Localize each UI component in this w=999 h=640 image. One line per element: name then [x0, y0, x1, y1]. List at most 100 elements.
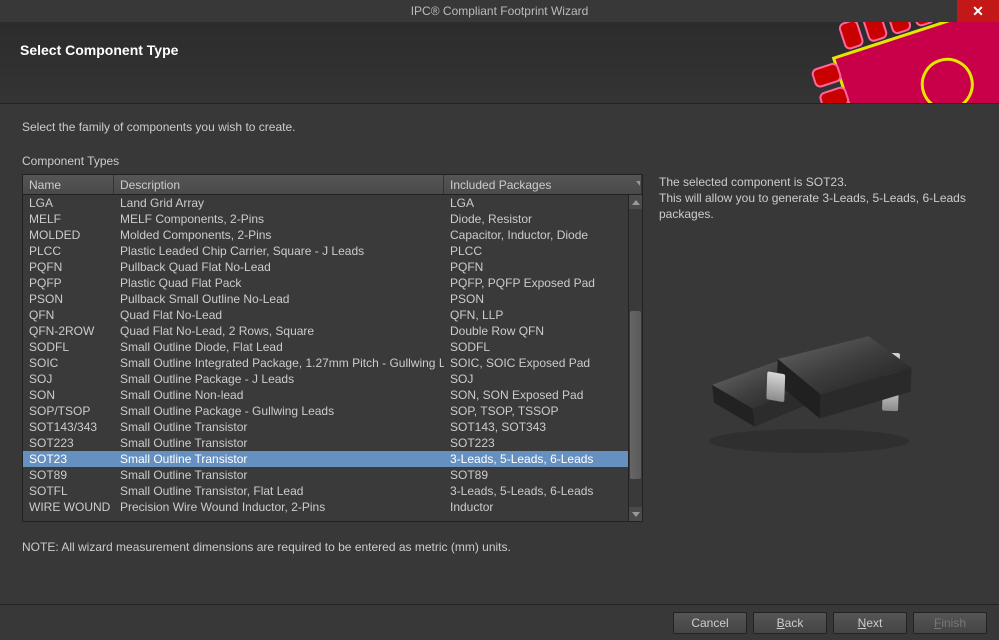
cell-packages: Diode, Resistor	[444, 212, 628, 226]
column-header-packages[interactable]: Included Packages	[444, 175, 642, 194]
cell-name: SON	[23, 388, 114, 402]
table-row[interactable]: WIRE WOUNDPrecision Wire Wound Inductor,…	[23, 499, 628, 515]
cell-description: Small Outline Transistor	[114, 452, 444, 466]
cell-description: Small Outline Transistor	[114, 420, 444, 434]
table-row[interactable]: QFNQuad Flat No-LeadQFN, LLP	[23, 307, 628, 323]
column-header-name[interactable]: Name	[23, 175, 114, 194]
table-row[interactable]: SOT223Small Outline TransistorSOT223	[23, 435, 628, 451]
cell-packages: SON, SON Exposed Pad	[444, 388, 628, 402]
scroll-thumb[interactable]	[630, 311, 641, 479]
cell-description: Small Outline Transistor, Flat Lead	[114, 484, 444, 498]
cell-description: Quad Flat No-Lead, 2 Rows, Square	[114, 324, 444, 338]
cell-packages: SOIC, SOIC Exposed Pad	[444, 356, 628, 370]
finish-button: Finish	[913, 612, 987, 634]
cell-packages: Capacitor, Inductor, Diode	[444, 228, 628, 242]
table-row[interactable]: LGALand Grid ArrayLGA	[23, 195, 628, 211]
cancel-button[interactable]: Cancel	[673, 612, 747, 634]
cell-packages: QFN, LLP	[444, 308, 628, 322]
cell-description: MELF Components, 2-Pins	[114, 212, 444, 226]
table-row[interactable]: PLCCPlastic Leaded Chip Carrier, Square …	[23, 243, 628, 259]
cell-name: PQFN	[23, 260, 114, 274]
table-row[interactable]: SONSmall Outline Non-leadSON, SON Expose…	[23, 387, 628, 403]
cell-packages: SOT89	[444, 468, 628, 482]
scroll-down-button[interactable]	[629, 507, 642, 521]
cell-packages: SOT143, SOT343	[444, 420, 628, 434]
cell-packages: SODFL	[444, 340, 628, 354]
cell-packages: Double Row QFN	[444, 324, 628, 338]
component-preview	[659, 283, 959, 483]
table-row[interactable]: QFN-2ROWQuad Flat No-Lead, 2 Rows, Squar…	[23, 323, 628, 339]
component-table: Name Description Included Packages LGALa…	[22, 174, 643, 522]
table-row[interactable]: MELFMELF Components, 2-PinsDiode, Resist…	[23, 211, 628, 227]
cell-description: Plastic Quad Flat Pack	[114, 276, 444, 290]
table-row[interactable]: PSONPullback Small Outline No-LeadPSON	[23, 291, 628, 307]
table-scrollbar[interactable]	[628, 195, 642, 521]
cell-description: Pullback Quad Flat No-Lead	[114, 260, 444, 274]
cell-packages: 3-Leads, 5-Leads, 6-Leads	[444, 452, 628, 466]
cell-description: Small Outline Package - Gullwing Leads	[114, 404, 444, 418]
table-row[interactable]: SOT23Small Outline Transistor3-Leads, 5-…	[23, 451, 628, 467]
table-body: LGALand Grid ArrayLGAMELFMELF Components…	[23, 195, 642, 521]
cell-name: SOIC	[23, 356, 114, 370]
instruction-text: Select the family of components you wish…	[22, 120, 977, 134]
cell-packages: SOT223	[444, 436, 628, 450]
table-row[interactable]: SOP/TSOPSmall Outline Package - Gullwing…	[23, 403, 628, 419]
cell-name: SOT223	[23, 436, 114, 450]
cell-description: Quad Flat No-Lead	[114, 308, 444, 322]
table-row[interactable]: SOT89Small Outline TransistorSOT89	[23, 467, 628, 483]
cell-name: SOT143/343	[23, 420, 114, 434]
cell-description: Small Outline Transistor	[114, 468, 444, 482]
cell-packages: SOP, TSOP, TSSOP	[444, 404, 628, 418]
cell-name: SOP/TSOP	[23, 404, 114, 418]
table-row[interactable]: SODFLSmall Outline Diode, Flat LeadSODFL	[23, 339, 628, 355]
cell-description: Plastic Leaded Chip Carrier, Square - J …	[114, 244, 444, 258]
cell-description: Land Grid Array	[114, 196, 444, 210]
table-row[interactable]: MOLDEDMolded Components, 2-PinsCapacitor…	[23, 227, 628, 243]
table-row[interactable]: PQFPPlastic Quad Flat PackPQFP, PQFP Exp…	[23, 275, 628, 291]
pcb-decorative-art	[739, 22, 999, 104]
scroll-up-button[interactable]	[629, 195, 642, 209]
cell-packages: SOJ	[444, 372, 628, 386]
cell-name: MOLDED	[23, 228, 114, 242]
cell-name: WIRE WOUND	[23, 500, 114, 514]
cell-description: Small Outline Diode, Flat Lead	[114, 340, 444, 354]
cell-description: Small Outline Integrated Package, 1.27mm…	[114, 356, 444, 370]
cell-packages: Inductor	[444, 500, 628, 514]
cell-packages: PLCC	[444, 244, 628, 258]
info-line-1: The selected component is SOT23.	[659, 174, 977, 190]
cell-description: Precision Wire Wound Inductor, 2-Pins	[114, 500, 444, 514]
cell-name: QFN-2ROW	[23, 324, 114, 338]
cell-packages: PQFN	[444, 260, 628, 274]
cell-name: SOTFL	[23, 484, 114, 498]
cell-name: MELF	[23, 212, 114, 226]
cell-description: Molded Components, 2-Pins	[114, 228, 444, 242]
titlebar: IPC® Compliant Footprint Wizard ✕	[0, 0, 999, 22]
column-header-description[interactable]: Description	[114, 175, 444, 194]
wizard-content: Select the family of components you wish…	[0, 104, 999, 580]
info-line-2: This will allow you to generate 3-Leads,…	[659, 190, 977, 222]
cell-name: SODFL	[23, 340, 114, 354]
window-title: IPC® Compliant Footprint Wizard	[411, 4, 589, 18]
cell-description: Pullback Small Outline No-Lead	[114, 292, 444, 306]
back-button[interactable]: Back	[753, 612, 827, 634]
table-row[interactable]: SOTFLSmall Outline Transistor, Flat Lead…	[23, 483, 628, 499]
cell-name: QFN	[23, 308, 114, 322]
close-button[interactable]: ✕	[957, 0, 999, 22]
close-icon: ✕	[972, 3, 984, 20]
cell-packages: 3-Leads, 5-Leads, 6-Leads	[444, 484, 628, 498]
info-panel: The selected component is SOT23. This wi…	[659, 174, 977, 522]
table-row[interactable]: SOT143/343Small Outline TransistorSOT143…	[23, 419, 628, 435]
cell-name: PSON	[23, 292, 114, 306]
note-text: NOTE: All wizard measurement dimensions …	[22, 540, 977, 554]
table-header: Name Description Included Packages	[23, 175, 642, 195]
cell-description: Small Outline Transistor	[114, 436, 444, 450]
cell-packages: PSON	[444, 292, 628, 306]
table-label: Component Types	[22, 154, 977, 168]
cell-name: SOT23	[23, 452, 114, 466]
table-row[interactable]: SOICSmall Outline Integrated Package, 1.…	[23, 355, 628, 371]
table-row[interactable]: SOJSmall Outline Package - J LeadsSOJ	[23, 371, 628, 387]
chevron-down-icon	[632, 512, 640, 517]
next-button[interactable]: Next	[833, 612, 907, 634]
table-row[interactable]: PQFNPullback Quad Flat No-LeadPQFN	[23, 259, 628, 275]
wizard-footer: Cancel Back Next Finish	[0, 604, 999, 640]
